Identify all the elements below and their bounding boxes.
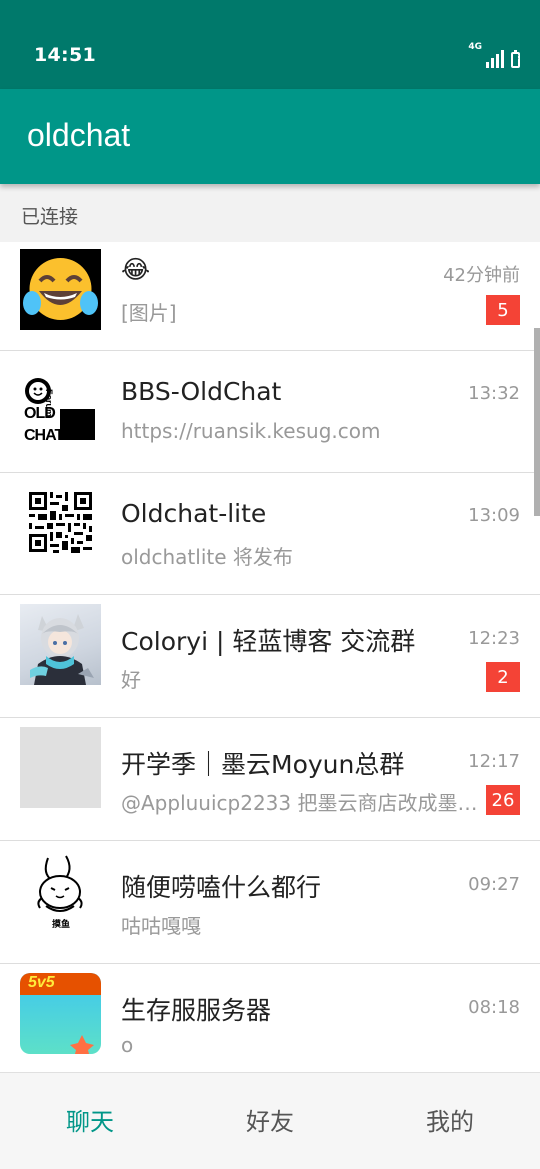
chat-item[interactable]: 😂 [图片] 42分钟前 5 [0,242,540,351]
logo-black-block [60,409,95,440]
chat-name: 生存服服务器 [121,996,272,1025]
chat-time: 08:18 [468,997,520,1018]
bottom-navigation: 聊天 好友 我的 [0,1072,540,1169]
chat-name: 😂 [121,255,151,284]
tab-chats[interactable]: 聊天 [0,1073,180,1169]
avatar [20,604,101,685]
avatar: Forum OLD CHAT [20,359,101,440]
chat-preview: 咕咕嘎嘎 [121,914,201,938]
chat-time: 12:23 [468,628,520,649]
chat-name: Oldchat-lite [121,499,267,528]
chat-preview: 好 [121,668,141,692]
network-type-label: 4G [468,42,482,52]
chat-preview: @Appluuicp2233 把墨云商店改成墨云商店 [121,791,483,815]
chat-preview: o [121,1033,134,1057]
chat-item[interactable]: Oldchat-lite oldchatlite 将发布 13:09 [0,473,540,595]
tab-me[interactable]: 我的 [360,1073,540,1169]
chat-item[interactable]: 开学季｜墨云Moyun总群 @Appluuicp2233 把墨云商店改成墨云商店… [0,719,540,841]
chat-list-scrollbar[interactable] [534,328,540,516]
app-bar: oldchat [0,89,540,184]
unread-badge: 26 [486,785,520,815]
unread-badge: 5 [486,295,520,325]
chat-preview: [图片] [121,301,177,325]
unread-badge: 2 [486,662,520,692]
chat-preview: https://ruansik.kesug.com [121,419,381,443]
chat-list[interactable]: 😂 [图片] 42分钟前 5 Forum OLD CHAT BBS-OldCha… [0,242,540,1072]
section-label: 已连接 [21,206,79,228]
chat-item[interactable]: 摸鱼 随便唠嗑什么都行 咕咕嘎嘎 09:27 [0,842,540,964]
battery-icon: ⚡ [511,50,520,68]
avatar: 5v5 [20,973,101,1054]
signal-icon [486,50,504,68]
anime-character-image [30,614,94,685]
chat-item[interactable]: Forum OLD CHAT BBS-OldChat https://ruans… [0,351,540,473]
logo-chat-text: CHAT [24,427,64,440]
status-bar: 14:51 4G ⚡ [0,0,540,89]
chat-time: 12:17 [468,751,520,772]
app-title: oldchat [27,117,131,153]
status-time: 14:51 [34,44,96,66]
chat-preview: oldchatlite 将发布 [121,545,293,569]
chat-name: 开学季｜墨云Moyun总群 [121,750,405,779]
section-header: 已连接 [0,184,540,242]
chat-name: BBS-OldChat [121,377,282,406]
chat-time: 09:27 [468,874,520,895]
avatar [20,481,101,562]
avatar [20,249,101,330]
chat-time: 42分钟前 [443,265,520,286]
chat-time: 13:32 [468,383,520,404]
qr-code-icon [29,492,92,553]
chat-item[interactable]: Coloryi | 轻蓝博客 交流群 好 12:23 2 [0,596,540,718]
avatar [20,727,101,808]
chat-name: 随便唠嗑什么都行 [121,873,322,902]
chat-time: 13:09 [468,505,520,526]
status-icons: 4G ⚡ [468,42,520,68]
chat-item[interactable]: 5v5 生存服服务器 o 08:18 [0,965,540,1072]
sticker-caption: 摸鱼 [52,920,71,930]
oldchat-forum-logo: Forum OLD CHAT [24,377,96,440]
logo-old-text: OLD [24,405,56,422]
avatar: 摸鱼 [20,850,101,931]
laughing-emoji-icon [23,258,98,320]
star-icon [70,1035,94,1054]
tab-friends[interactable]: 好友 [180,1073,360,1169]
chat-name: Coloryi | 轻蓝博客 交流群 [121,627,416,656]
